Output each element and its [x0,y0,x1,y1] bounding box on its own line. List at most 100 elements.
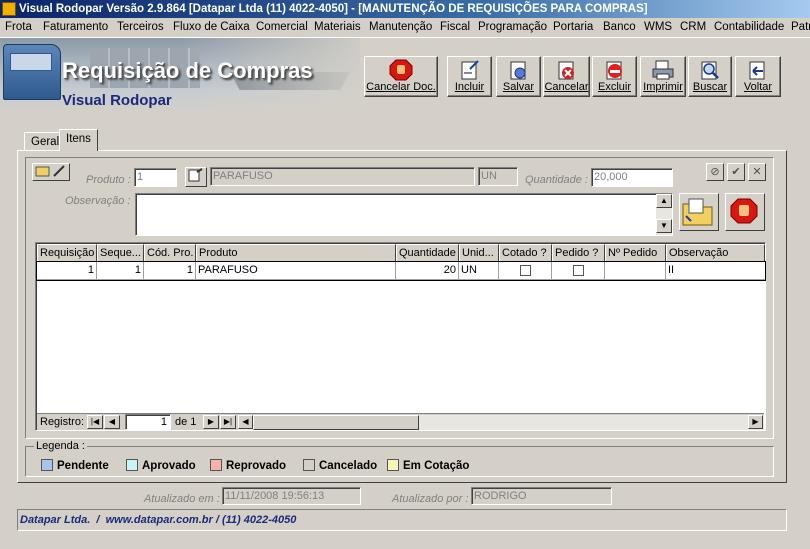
observacao-label: Observação : [65,195,131,207]
salvar-button[interactable]: Salvar [496,56,541,97]
cancel-icon [558,61,574,80]
scrollbar-thumb[interactable] [253,415,419,430]
footer-site: www.datapar.com.br [105,514,213,526]
column-header-cotado[interactable]: Cotado ? [499,244,552,262]
app-icon [2,2,16,16]
tab-itens[interactable]: Itens [59,129,98,151]
cell-cod-pro: 1 [144,262,196,280]
scroll-left-arrow-icon[interactable]: ◀ [238,415,253,429]
folder-add-icon [682,198,713,226]
lookup-icon [188,168,203,182]
cell-requisicao: 1 [37,262,97,280]
quantidade-input[interactable]: 20,000 [591,168,673,187]
menu-frota[interactable]: Frota [5,21,32,33]
column-header-produto[interactable]: Produto [196,244,396,262]
legend-swatch [126,459,138,471]
title-bar: Visual Rodopar Versão 2.9.864 [Datapar L… [0,0,810,18]
edit-item-button[interactable] [32,163,70,181]
next-record-icon[interactable]: ▶ [203,415,219,429]
scroll-right-arrow-icon[interactable]: ▶ [748,415,763,429]
cell-observacao: II [666,262,765,280]
column-header-quantidade[interactable]: Quantidade [396,244,459,262]
banner-title: Requisição de Compras [62,58,313,83]
cancelar-button[interactable]: Cancelar [543,56,590,97]
column-header-unidade[interactable]: Unid... [459,244,499,262]
menu-wms[interactable]: WMS [644,21,672,33]
menu-comercial[interactable]: Comercial [256,21,308,33]
menu-materiais[interactable]: Materiais [314,21,361,33]
cell-sequencia: 1 [97,262,144,280]
imprimir-button[interactable]: Imprimir [640,56,686,97]
add-to-list-button[interactable] [679,193,719,231]
menu-bar: Frota Faturamento Terceiros Fluxo de Cai… [0,18,810,38]
excluir-button[interactable]: Excluir [592,56,637,97]
cell-quantidade: 20 [396,262,459,280]
menu-programacao[interactable]: Programação [478,21,547,33]
cotado-checkbox[interactable] [519,265,531,276]
cell-pedido [552,262,605,280]
column-header-cod-pro[interactable]: Cód. Pro. [144,244,196,262]
observacao-scrollbar[interactable]: ▲ ▼ [656,194,672,235]
menu-fiscal[interactable]: Fiscal [440,21,470,33]
observacao-textarea[interactable]: ▲ ▼ [135,193,673,236]
footer-phone: (11) 4022-4050 [221,514,297,526]
legend-group: Legenda : Pendente Aprovado Reprovado Ca… [25,440,774,477]
legend-swatch [210,459,222,471]
cell-num-pedido [605,262,666,280]
legend-item-cancelado: Cancelado [303,459,377,472]
menu-patrimonio[interactable]: Patr [791,21,810,33]
confirm-item-button[interactable]: ✔ [727,163,745,181]
record-total: de 1 [175,416,197,428]
clear-icon: ⊘ [710,166,720,178]
menu-faturamento[interactable]: Faturamento [43,21,108,33]
produto-lookup-button[interactable] [185,167,207,187]
prev-record-icon[interactable]: ◀ [104,415,120,429]
cancel-doc-button[interactable]: Cancelar Doc. [364,56,438,97]
record-number-input[interactable]: 1 [125,414,171,430]
first-record-icon[interactable]: |◀ [87,415,103,429]
clear-item-button[interactable]: ⊘ [706,163,724,181]
menu-fluxo-de-caixa[interactable]: Fluxo de Caixa [173,21,250,33]
menu-banco[interactable]: Banco [603,21,636,33]
cancel-item-button[interactable]: ✕ [748,163,766,181]
banner-subtitle: Visual Rodopar [62,92,172,109]
column-header-observacao[interactable]: Observação [666,244,765,262]
stop-hand-icon [730,198,758,224]
produto-name-field: PARAFUSO [210,167,475,186]
menu-contabilidade[interactable]: Contabilidade [714,21,784,33]
folder-pencil-icon [35,165,65,177]
buscar-button[interactable]: Buscar [688,56,732,97]
save-icon [510,61,525,80]
cell-unidade: UN [459,262,499,280]
column-header-num-pedido[interactable]: Nº Pedido [605,244,666,262]
column-header-pedido[interactable]: Pedido ? [552,244,605,262]
record-navigator: Registro: |◀ ◀ 1 de 1 ▶ ▶| ◀ ▶ [37,413,764,430]
column-header-sequencia[interactable]: Seque... [97,244,144,262]
atualizado-em-label: Atualizado em : [144,493,220,505]
window-title: Visual Rodopar Versão 2.9.864 [Datapar L… [19,3,648,15]
column-header-requisicao[interactable]: Requisição [37,244,97,262]
pedido-checkbox[interactable] [572,265,584,276]
menu-manutencao[interactable]: Manutenção [369,21,432,33]
produto-label: Produto : [86,174,131,186]
last-record-icon[interactable]: ▶| [220,415,236,429]
atualizado-por-field: RODRIGO [471,487,612,505]
legend-swatch [41,459,53,471]
new-document-icon [461,60,479,80]
menu-portaria[interactable]: Portaria [553,21,593,33]
produto-code-input[interactable]: 1 [134,168,177,187]
truck-logo-icon [3,44,61,100]
menu-terceiros[interactable]: Terceiros [117,21,164,33]
close-icon: ✕ [752,166,762,178]
horizontal-scrollbar[interactable]: ◀ ▶ [238,415,764,430]
incluir-button[interactable]: Incluir [447,56,492,97]
items-grid[interactable]: Requisição Seque... Cód. Pro. Produto Qu… [35,242,766,431]
scroll-down-arrow-icon[interactable]: ▼ [656,219,672,233]
table-row[interactable]: 1 1 1 PARAFUSO 20 UN II [36,261,766,281]
legend-swatch [303,459,315,471]
scroll-up-arrow-icon[interactable]: ▲ [656,194,672,208]
stop-button[interactable] [725,193,765,231]
cell-cotado [499,262,552,280]
menu-crm[interactable]: CRM [680,21,706,33]
voltar-button[interactable]: Voltar [735,56,781,97]
